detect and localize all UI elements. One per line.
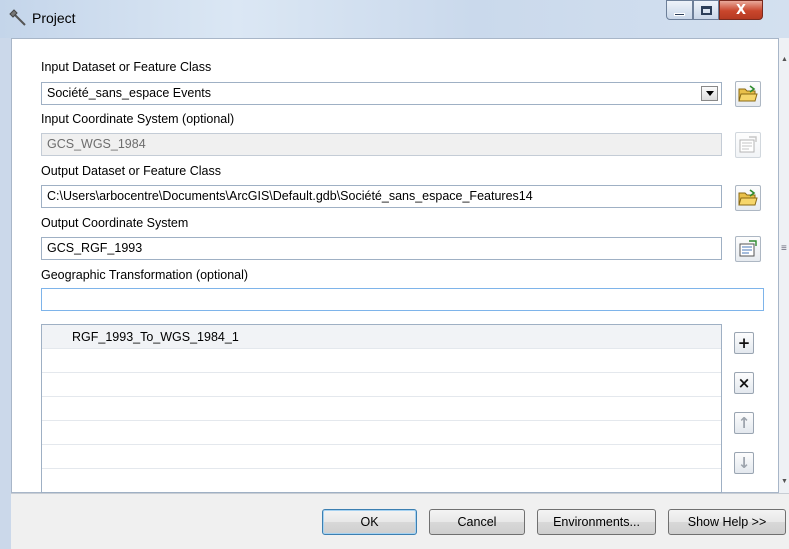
scroll-grip-icon[interactable]: ≡ — [781, 243, 787, 254]
folder-open-icon — [738, 85, 758, 102]
close-icon: X — [735, 2, 747, 18]
window-title: Project — [32, 10, 76, 26]
move-down-button[interactable]: ↓ — [734, 452, 754, 474]
minimize-icon — [674, 12, 685, 16]
input-dataset-combobox[interactable]: Société_sans_espace Events — [41, 82, 722, 105]
chevron-down-icon[interactable] — [701, 86, 718, 101]
spatial-reference-icon — [739, 136, 757, 153]
close-icon: × — [737, 374, 751, 392]
list-item[interactable]: RGF_1993_To_WGS_1984_1 — [42, 325, 721, 349]
output-dataset-browse-button[interactable] — [735, 185, 761, 211]
maximize-button[interactable] — [693, 0, 719, 20]
list-item[interactable] — [42, 469, 721, 492]
maximize-icon — [700, 5, 712, 15]
plus-icon: + — [737, 334, 751, 352]
arrow-up-icon: ↑ — [737, 414, 751, 432]
output-coord-value: GCS_RGF_1993 — [47, 241, 143, 255]
output-dataset-value: C:\Users\arbocentre\Documents\ArcGIS\Def… — [47, 189, 533, 203]
input-dataset-value: Société_sans_espace Events — [47, 86, 211, 100]
minimize-button[interactable] — [666, 0, 693, 20]
arrow-down-icon: ↓ — [737, 454, 751, 472]
output-dataset-field[interactable]: C:\Users\arbocentre\Documents\ArcGIS\Def… — [41, 185, 722, 208]
input-dataset-label: Input Dataset or Feature Class — [41, 60, 212, 74]
panel-scrollbar[interactable]: ▲ ≡ ▼ — [779, 38, 789, 493]
output-dataset-label: Output Dataset or Feature Class — [41, 164, 221, 178]
title-bar[interactable]: Project X — [0, 0, 789, 38]
output-coord-button[interactable] — [735, 236, 761, 262]
close-button[interactable]: X — [719, 0, 763, 20]
remove-transform-button[interactable]: × — [734, 372, 754, 394]
input-coord-field: GCS_WGS_1984 — [41, 133, 722, 156]
ok-button[interactable]: OK — [322, 509, 417, 535]
list-item[interactable] — [42, 349, 721, 373]
cancel-button[interactable]: Cancel — [429, 509, 525, 535]
window-controls: X — [666, 0, 763, 22]
environments-button[interactable]: Environments... — [537, 509, 656, 535]
list-item[interactable] — [42, 397, 721, 421]
list-item[interactable] — [42, 373, 721, 397]
input-coord-button — [735, 132, 761, 158]
list-item[interactable] — [42, 445, 721, 469]
geo-transform-combobox[interactable] — [41, 288, 764, 311]
input-coord-label: Input Coordinate System (optional) — [41, 112, 235, 126]
project-dialog: Project X ▲ ≡ ▼ Input Dataset or Feature… — [0, 0, 789, 549]
output-coord-label: Output Coordinate System — [41, 216, 189, 230]
show-help-button[interactable]: Show Help >> — [668, 509, 786, 535]
input-dataset-browse-button[interactable] — [735, 81, 761, 107]
folder-open-icon — [738, 189, 758, 206]
transform-list[interactable]: RGF_1993_To_WGS_1984_1 — [41, 324, 722, 493]
output-coord-field[interactable]: GCS_RGF_1993 — [41, 237, 722, 260]
scroll-up-icon[interactable]: ▲ — [781, 56, 788, 63]
list-item[interactable] — [42, 421, 721, 445]
scroll-down-icon[interactable]: ▼ — [781, 478, 788, 485]
input-coord-value: GCS_WGS_1984 — [47, 137, 146, 151]
hammer-icon — [8, 8, 28, 28]
window-frame-left — [0, 38, 11, 549]
spatial-reference-icon — [739, 240, 757, 257]
add-transform-button[interactable]: + — [734, 332, 754, 354]
move-up-button[interactable]: ↑ — [734, 412, 754, 434]
geo-transform-label: Geographic Transformation (optional) — [41, 268, 249, 282]
